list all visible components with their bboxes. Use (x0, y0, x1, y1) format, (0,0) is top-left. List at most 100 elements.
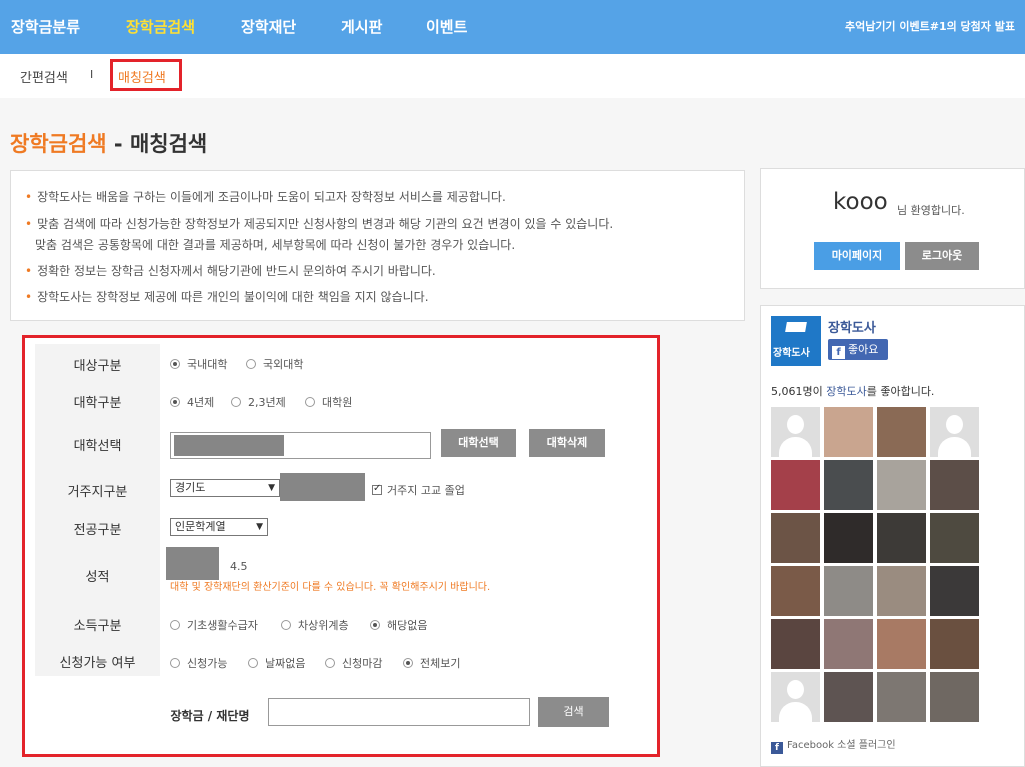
fan-avatar[interactable] (771, 407, 820, 457)
grade-scale: 4.5 (230, 560, 248, 573)
grade-label: 성적 (85, 570, 110, 585)
fan-avatar[interactable] (824, 513, 873, 563)
top-nav: 장학금분류 장학금검색 장학재단 게시판 이벤트 추억남기기 이벤트#1의 당첨… (0, 0, 1025, 54)
info-line: 정확한 정보는 장학금 신청자께서 해당기관에 반드시 문의하여 주시기 바랍니… (25, 262, 436, 279)
login-box: kooo 님 환영합니다. 마이페이지 로그아웃 (760, 168, 1025, 289)
fan-avatar[interactable] (824, 566, 873, 616)
major-select[interactable]: 인문학계열 ▼ (170, 518, 268, 536)
plugin-text[interactable]: Facebook 소셜 플러그인 (787, 740, 896, 751)
fan-avatar[interactable] (930, 460, 979, 510)
info-line: 장학도사는 장학정보 제공에 따른 개인의 불이익에 대한 책임을 지지 않습니… (25, 288, 428, 305)
univsel-label: 대학선택 (73, 439, 122, 454)
info-line: 맞춤 검색은 공통항목에 대한 결과를 제공하며, 세부항목에 따라 신청이 불… (35, 238, 516, 252)
info-box: 장학도사는 배움을 구하는 이들에게 조금이나마 도움이 되고자 장학정보 서비… (10, 170, 745, 321)
fan-avatar[interactable] (930, 619, 979, 669)
facebook-icon: f (771, 742, 783, 754)
radio-icon (246, 359, 256, 369)
radio-2-3year[interactable]: 2,3년제 (231, 394, 286, 410)
event-notice-link[interactable]: 추억남기기 이벤트#1의 당첨자 발표 (845, 0, 1015, 54)
dropdown-arrow-icon: ▼ (256, 522, 263, 532)
radio-icon (248, 658, 258, 668)
logo-text: 장학도사 (773, 348, 810, 359)
university-field[interactable] (170, 432, 431, 459)
tab-matching-search[interactable]: 매칭검색 (118, 67, 166, 86)
fan-avatar[interactable] (930, 513, 979, 563)
info-line: 장학도사는 배움을 구하는 이들에게 조금이나마 도움이 되고자 장학정보 서비… (25, 188, 506, 205)
major-value: 인문학계열 (175, 520, 226, 533)
radio-domestic[interactable]: 국내대학 (170, 356, 227, 372)
sub-nav: 간편검색 I 매칭검색 (0, 54, 1025, 98)
fb-like-button[interactable]: f 좋아요 (828, 339, 888, 360)
option-label: 4년제 (187, 396, 215, 409)
check-local-highschool[interactable]: 거주지 고교 졸업 (372, 482, 465, 498)
fan-avatar[interactable] (877, 513, 926, 563)
nav-scholarship-category[interactable]: 장학금분류 (11, 0, 80, 54)
fan-avatar[interactable] (877, 672, 926, 722)
nav-board[interactable]: 게시판 (341, 0, 382, 54)
radio-overseas[interactable]: 국외대학 (246, 356, 303, 372)
logout-button[interactable]: 로그아웃 (905, 242, 979, 270)
fb-page-name[interactable]: 장학도사 (828, 317, 876, 336)
fan-avatar[interactable] (771, 460, 820, 510)
radio-no-date[interactable]: 날짜없음 (248, 655, 305, 671)
count-number: 5,061명이 (771, 385, 823, 398)
radio-applicable[interactable]: 신청가능 (170, 655, 227, 671)
fan-avatar[interactable] (771, 513, 820, 563)
delete-university-button[interactable]: 대학삭제 (529, 429, 605, 457)
radio-icon (170, 658, 180, 668)
grade-note: 대학 및 장학재단의 환산기준이 다를 수 있습니다. 꼭 확인해주시기 바랍니… (170, 582, 491, 593)
radio-view-all[interactable]: 전체보기 (403, 655, 460, 671)
mypage-button[interactable]: 마이페이지 (814, 242, 900, 270)
fan-avatar[interactable] (930, 672, 979, 722)
fan-avatar[interactable] (771, 619, 820, 669)
radio-4year[interactable]: 4년제 (170, 394, 214, 410)
radio-not-applicable[interactable]: 해당없음 (370, 617, 427, 633)
radio-closed[interactable]: 신청마감 (325, 655, 382, 671)
radio-basic-living[interactable]: 기초생활수급자 (170, 617, 258, 633)
page-title: 장학금검색 - 매칭검색 (10, 128, 207, 158)
checkbox-icon (372, 483, 382, 495)
fan-avatar[interactable] (824, 460, 873, 510)
option-label: 국내대학 (187, 358, 228, 371)
page-logo[interactable]: 장학도사 (771, 316, 821, 366)
like-label: 좋아요 (848, 343, 879, 356)
nav-event[interactable]: 이벤트 (426, 0, 467, 54)
count-page-link[interactable]: 장학도사 (826, 385, 866, 398)
scholarship-name-input[interactable] (268, 698, 530, 726)
checkbox-label: 거주지 고교 졸업 (387, 484, 465, 497)
region-select[interactable]: 경기도 ▼ (170, 479, 280, 497)
fan-avatar[interactable] (877, 619, 926, 669)
nav-foundation[interactable]: 장학재단 (241, 0, 296, 54)
fan-avatar[interactable] (824, 407, 873, 457)
subnav-separator: I (90, 68, 94, 81)
nav-scholarship-search[interactable]: 장학금검색 (126, 0, 195, 54)
fan-avatar[interactable] (877, 460, 926, 510)
matching-search-form: 대상구분 국내대학 국외대학 대학구분 4년제 2,3년제 대학원 대학선택 대… (22, 335, 660, 757)
radio-icon (170, 397, 180, 407)
redacted-block (280, 473, 365, 501)
fan-avatar[interactable] (877, 407, 926, 457)
username: kooo (833, 189, 888, 215)
like-count: 5,061명이 장학도사를 좋아합니다. (771, 383, 934, 399)
radio-icon (370, 620, 380, 630)
region-value: 경기도 (175, 481, 206, 494)
radio-near-poverty[interactable]: 차상위계층 (281, 617, 349, 633)
option-label: 신청가능 (187, 657, 228, 670)
fan-avatar[interactable] (824, 619, 873, 669)
option-label: 기초생활수급자 (187, 619, 258, 632)
fan-avatar[interactable] (824, 672, 873, 722)
search-button[interactable]: 검색 (538, 697, 609, 727)
facebook-icon: f (832, 346, 845, 359)
radio-graduate[interactable]: 대학원 (305, 394, 352, 410)
fan-avatar[interactable] (930, 407, 979, 457)
fan-avatar[interactable] (771, 566, 820, 616)
major-label: 전공구분 (73, 523, 122, 538)
select-university-button[interactable]: 대학선택 (441, 429, 516, 457)
fan-avatar[interactable] (771, 672, 820, 722)
count-suffix: 를 좋아합니다. (866, 385, 935, 398)
option-label: 2,3년제 (248, 396, 286, 409)
tab-simple-search[interactable]: 간편검색 (20, 67, 68, 86)
fan-avatar[interactable] (930, 566, 979, 616)
radio-icon (325, 658, 335, 668)
fan-avatar[interactable] (877, 566, 926, 616)
